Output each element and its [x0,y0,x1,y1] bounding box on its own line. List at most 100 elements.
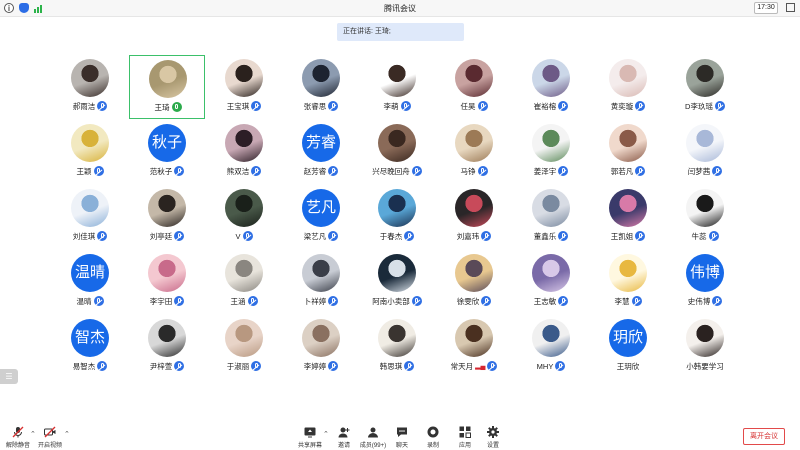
text-avatar: 芳睿 [302,124,340,162]
participant-name-row: 任昊 [436,100,512,112]
participant-tile[interactable]: 阿南小卖部 [359,250,435,314]
settings-button[interactable]: 设置 [478,426,508,449]
participant-tile[interactable]: 李婷婷 [283,315,359,379]
chat-button[interactable]: 聊天 [387,426,417,449]
title-bar: i 腾讯会议 17:30 [0,0,800,17]
muted-mic-icon [558,101,569,111]
apps-button[interactable]: 应用 [450,426,480,449]
record-button[interactable]: 录制 [418,426,448,449]
photo-avatar [149,60,187,98]
invite-icon [338,426,350,438]
participant-tile[interactable]: V [206,185,282,249]
photo-avatar [148,189,186,227]
participant-tile[interactable]: 闫梦茜 [667,120,743,184]
participant-tile[interactable]: 崔裕榕 [513,55,589,119]
participant-tile[interactable]: 姜泽宇 [513,120,589,184]
photo-avatar [455,189,493,227]
participant-tile[interactable]: 温晴 温晴 [52,250,128,314]
participant-tile[interactable]: 伟博 史伟博 [667,250,743,314]
window-title: 腾讯会议 [384,4,416,13]
participant-tile[interactable]: 郝雨洁 [52,55,128,119]
participant-tile[interactable]: 韩思琪 [359,315,435,379]
photo-avatar [455,319,493,357]
muted-mic-icon [328,296,339,306]
photo-avatar [225,59,263,97]
muted-mic-icon [635,166,646,176]
participant-name: 易智杰 [72,361,96,371]
muted-mic-icon [635,101,646,111]
unmute-button[interactable]: 解除静音 [3,426,33,449]
photo-avatar [302,319,340,357]
apps-icon [459,426,471,438]
participant-tile[interactable]: 王琦 [129,55,205,119]
invite-button[interactable]: 邀请 [329,426,359,449]
muted-mic-icon [631,296,642,306]
record-label: 录制 [426,443,439,449]
participant-tile[interactable]: 王颖 [52,120,128,184]
participant-tile[interactable]: 黄奕璇 [590,55,666,119]
participant-tile[interactable]: 刘佳琪 [52,185,128,249]
start-video-button[interactable]: 开启视频 [35,426,65,449]
participant-name: 韩思琪 [379,361,403,371]
participant-tile[interactable]: 马铮 [436,120,512,184]
participant-tile[interactable]: 芳睿 赵芳睿 [283,120,359,184]
participant-tile[interactable]: 常天月 ▂▄ [436,315,512,379]
participant-tile[interactable]: MHY [513,315,589,379]
participant-tile[interactable]: 刘嘉玮 [436,185,512,249]
muted-mic-icon [97,231,108,241]
participant-tile[interactable]: 牛蕊 [667,185,743,249]
leave-meeting-button[interactable]: 离开会议 [743,428,785,445]
participant-tile[interactable]: 秋子 范秋子 [129,120,205,184]
participant-tile[interactable]: 张睿思 [283,55,359,119]
participant-tile[interactable]: 王志敏 [513,250,589,314]
muted-mic-icon [97,361,108,371]
participant-tile[interactable]: 卜祥婷 [283,250,359,314]
photo-avatar [71,124,109,162]
participant-name: 王宝琪 [226,101,250,111]
share-options-chevron-icon[interactable]: ⌃ [323,430,329,438]
photo-avatar [455,59,493,97]
photo-avatar [71,59,109,97]
participant-name-row: 熊双洁 [206,165,282,177]
participant-tile[interactable]: 王宝琪 [206,55,282,119]
side-panel-toggle-icon[interactable]: ☰ [0,369,18,384]
participant-tile[interactable]: 王凯姐 [590,185,666,249]
participant-tile[interactable]: 任昊 [436,55,512,119]
participant-tile[interactable]: 于淑丽 [206,315,282,379]
participant-tile[interactable]: 尹梓萱 [129,315,205,379]
participant-tile[interactable]: 艺凡 梁艺凡 [283,185,359,249]
participant-name-row: 尹梓萱 [129,360,205,372]
photo-avatar [378,189,416,227]
participant-tile[interactable]: 董鑫乐 [513,185,589,249]
video-options-chevron-icon[interactable]: ⌃ [64,430,70,438]
participant-tile[interactable]: 徐雯欣 [436,250,512,314]
participant-tile[interactable]: 王涵 [206,250,282,314]
participant-name: 任昊 [460,101,476,111]
participant-tile[interactable]: 李宇田 [129,250,205,314]
participant-name-row: 王琦 [130,101,206,113]
participant-name-row: 王玥欣 [590,360,666,372]
participant-tile[interactable]: 郭若凡 [590,120,666,184]
participant-tile[interactable]: 于春杰 [359,185,435,249]
participant-name: 史伟博 [687,296,711,306]
participant-name: 董鑫乐 [533,231,557,241]
share-screen-button[interactable]: 共享屏幕 [295,426,325,449]
participant-tile[interactable]: D李玖瑶 [667,55,743,119]
participant-tile[interactable]: 熊双洁 [206,120,282,184]
members-label: 成员(99+) [359,443,387,449]
participant-name-row: 黄奕璇 [590,100,666,112]
participant-tile[interactable]: 智杰 易智杰 [52,315,128,379]
participant-tile[interactable]: 兴尽晚回舟 [359,120,435,184]
participant-tile[interactable]: 李慧 [590,250,666,314]
participant-tile[interactable]: 玥欣 王玥欣 [590,315,666,379]
invite-label: 邀请 [337,443,350,449]
members-icon [367,426,379,438]
muted-mic-icon [404,231,415,241]
members-button[interactable]: 成员(99+) [358,426,388,449]
weak-signal-icon: ▂▄ [475,363,486,370]
participant-tile[interactable]: 刘亭廷 [129,185,205,249]
maximize-icon[interactable] [786,3,795,12]
participant-tile[interactable]: 小韩要学习 [667,315,743,379]
photo-avatar [225,254,263,292]
participant-tile[interactable]: 李萌 [359,55,435,119]
